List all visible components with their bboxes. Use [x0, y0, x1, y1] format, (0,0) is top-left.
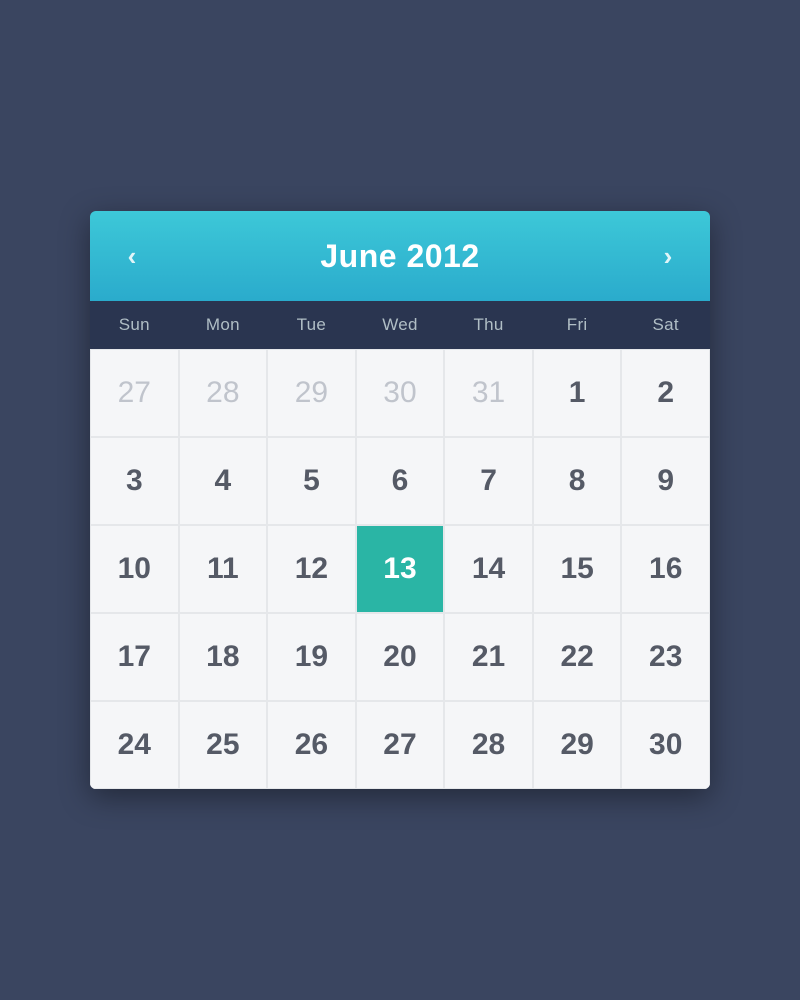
calendar-grid: 2728293031123456789101112131415161718192… — [90, 349, 710, 789]
day-label: Tue — [267, 301, 356, 349]
calendar-cell[interactable]: 13 — [356, 525, 445, 613]
day-label: Wed — [356, 301, 445, 349]
prev-month-button[interactable]: ‹ — [110, 234, 154, 278]
calendar-cell[interactable]: 22 — [533, 613, 622, 701]
calendar-cell[interactable]: 9 — [621, 437, 710, 525]
calendar-cell[interactable]: 24 — [90, 701, 179, 789]
calendar-cell[interactable]: 10 — [90, 525, 179, 613]
calendar-title: June 2012 — [320, 238, 479, 275]
calendar-cell[interactable]: 15 — [533, 525, 622, 613]
calendar-cell[interactable]: 28 — [179, 349, 268, 437]
calendar-header: ‹ June 2012 › — [90, 211, 710, 301]
calendar-cell[interactable]: 8 — [533, 437, 622, 525]
calendar-cell[interactable]: 12 — [267, 525, 356, 613]
calendar-cell[interactable]: 2 — [621, 349, 710, 437]
calendar-cell[interactable]: 14 — [444, 525, 533, 613]
calendar-cell[interactable]: 23 — [621, 613, 710, 701]
day-label: Thu — [444, 301, 533, 349]
calendar-cell[interactable]: 1 — [533, 349, 622, 437]
calendar-cell[interactable]: 19 — [267, 613, 356, 701]
day-label: Sat — [621, 301, 710, 349]
calendar-cell[interactable]: 27 — [90, 349, 179, 437]
day-label: Sun — [90, 301, 179, 349]
calendar-cell[interactable]: 11 — [179, 525, 268, 613]
calendar-cell[interactable]: 18 — [179, 613, 268, 701]
calendar-cell[interactable]: 6 — [356, 437, 445, 525]
calendar-cell[interactable]: 21 — [444, 613, 533, 701]
calendar-cell[interactable]: 28 — [444, 701, 533, 789]
calendar-cell[interactable]: 25 — [179, 701, 268, 789]
calendar-cell[interactable]: 4 — [179, 437, 268, 525]
calendar-cell[interactable]: 3 — [90, 437, 179, 525]
calendar-cell[interactable]: 29 — [533, 701, 622, 789]
calendar-cell[interactable]: 20 — [356, 613, 445, 701]
calendar-cell[interactable]: 30 — [356, 349, 445, 437]
calendar-cell[interactable]: 30 — [621, 701, 710, 789]
next-month-button[interactable]: › — [646, 234, 690, 278]
calendar-cell[interactable]: 16 — [621, 525, 710, 613]
day-label: Mon — [179, 301, 268, 349]
calendar-cell[interactable]: 5 — [267, 437, 356, 525]
calendar-cell[interactable]: 7 — [444, 437, 533, 525]
calendar-cell[interactable]: 31 — [444, 349, 533, 437]
calendar-cell[interactable]: 27 — [356, 701, 445, 789]
calendar-cell[interactable]: 29 — [267, 349, 356, 437]
days-header: SunMonTueWedThuFriSat — [90, 301, 710, 349]
calendar: ‹ June 2012 › SunMonTueWedThuFriSat 2728… — [90, 211, 710, 789]
day-label: Fri — [533, 301, 622, 349]
calendar-cell[interactable]: 26 — [267, 701, 356, 789]
calendar-cell[interactable]: 17 — [90, 613, 179, 701]
